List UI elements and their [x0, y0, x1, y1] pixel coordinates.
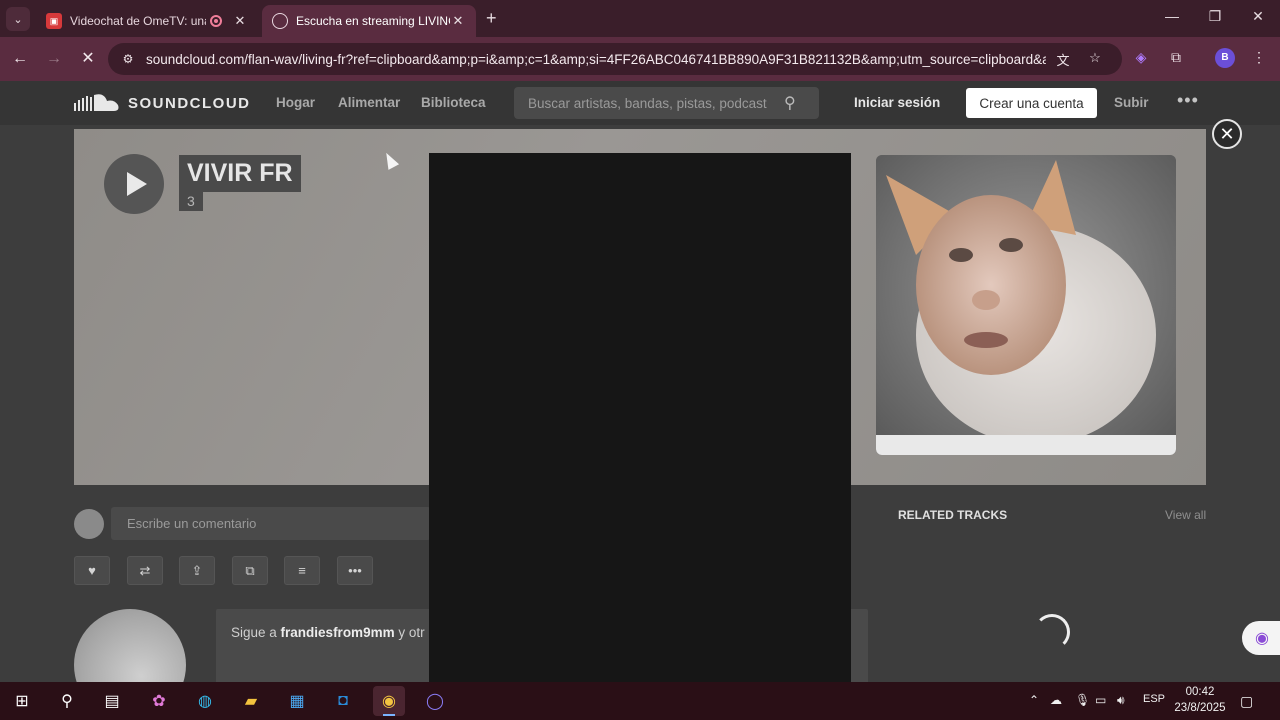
view-all-link[interactable]: View all: [1165, 508, 1206, 522]
browser-menu-icon[interactable]: ⋮: [1249, 49, 1269, 69]
nav-feed[interactable]: Alimentar: [338, 95, 400, 110]
track-artwork: [876, 155, 1176, 455]
cortana-icon[interactable]: ◯: [419, 686, 451, 716]
tab-search-button[interactable]: ⌄: [6, 7, 30, 31]
windows-start-icon[interactable]: ⊞: [6, 686, 38, 716]
like-button[interactable]: ♥: [74, 556, 110, 585]
search-input[interactable]: [528, 95, 778, 111]
track-title: VIVIR FR: [179, 155, 301, 192]
soundcloud-logo[interactable]: SOUNDCLOUD: [74, 93, 251, 113]
search-bar: ⚲: [514, 87, 819, 119]
play-button[interactable]: [104, 154, 164, 214]
tray-overflow-icon[interactable]: ⌃: [1029, 693, 1039, 707]
follow-suffix: y otr: [394, 625, 425, 640]
task-view-icon[interactable]: ▤: [96, 686, 128, 716]
minimize-button[interactable]: —: [1157, 8, 1187, 30]
ometv-favicon-icon: ▣: [46, 13, 62, 29]
site-info-icon[interactable]: ⚙: [114, 47, 142, 71]
nav-home[interactable]: Hogar: [276, 95, 315, 110]
repost-button[interactable]: ⇄: [127, 556, 163, 585]
repost-icon: ⇄: [139, 562, 151, 578]
user-avatar-small: [74, 509, 104, 539]
side-extension-button[interactable]: ◉: [1242, 621, 1280, 655]
logo-text: SOUNDCLOUD: [128, 94, 251, 112]
microsoft-store-icon[interactable]: ▦: [281, 686, 313, 716]
close-window-button[interactable]: ✕: [1243, 8, 1273, 30]
extensions-puzzle-icon[interactable]: ⧉: [1166, 49, 1186, 69]
back-button[interactable]: ←: [8, 47, 32, 71]
comment-input[interactable]: [127, 516, 415, 531]
chrome-icon[interactable]: ◉: [373, 686, 405, 716]
tab-title: Videochat de OmeTV: una a: [70, 14, 206, 28]
soundcloud-page: SOUNDCLOUD Hogar Alimentar Biblioteca ⚲ …: [0, 81, 1280, 682]
related-tracks-title: RELATED TRACKS: [898, 508, 1008, 522]
browser-tab-strip: ⌄ ▣ Videochat de OmeTV: una a ✕ Escucha …: [0, 0, 1280, 37]
search-icon[interactable]: ⚲: [784, 93, 796, 113]
brain-icon: ◉: [1255, 630, 1269, 647]
video-overlay[interactable]: [429, 153, 851, 682]
clock-date: 23/8/2025: [1174, 702, 1226, 714]
bookmark-star-icon[interactable]: ☆: [1086, 50, 1104, 68]
file-explorer-icon[interactable]: ▰: [235, 686, 267, 716]
translate-icon[interactable]: 文: [1054, 50, 1072, 68]
follow-prefix: Sigue a: [231, 625, 281, 640]
windows-taskbar: ⊞ ⚲ ▤ ✿ ◍ ▰ ▦ ◘ ◉ ◯ ⌃ ☁ 🎙︎ ▭ 🔊︎ ESP 00:4…: [0, 682, 1280, 720]
track-username[interactable]: 3: [179, 191, 203, 211]
signin-button[interactable]: Iniciar sesión: [854, 95, 940, 110]
copilot-icon[interactable]: ✿: [143, 686, 175, 716]
address-bar[interactable]: ⚙ soundcloud.com/flan-wav/living-fr?ref=…: [108, 43, 1122, 75]
upload-link[interactable]: Subir: [1114, 95, 1149, 110]
tab-title: Escucha en streaming LIVING FR: [296, 14, 450, 28]
language-indicator[interactable]: ESP: [1143, 693, 1165, 705]
soundcloud-cloud-icon: [74, 94, 119, 111]
share-button[interactable]: ⇪: [179, 556, 215, 585]
more-actions-button[interactable]: •••: [337, 556, 373, 585]
play-icon: [126, 172, 147, 196]
copy-icon: ⧉: [245, 562, 255, 578]
follow-username[interactable]: frandiesfrom9mm: [281, 625, 395, 640]
playlist-add-icon: ≡: [298, 563, 306, 578]
profile-avatar[interactable]: B: [1215, 48, 1235, 68]
clock[interactable]: 00:42 23/8/2025: [1170, 684, 1230, 716]
artist-avatar[interactable]: [74, 609, 186, 682]
create-account-button[interactable]: Crear una cuenta: [966, 88, 1097, 118]
microphone-icon[interactable]: 🎙︎: [1075, 693, 1090, 707]
close-icon: ✕: [1219, 123, 1235, 144]
more-options-icon[interactable]: •••: [1177, 90, 1199, 111]
copy-link-button[interactable]: ⧉: [232, 556, 268, 585]
recording-indicator-icon: [210, 15, 222, 27]
edge-icon[interactable]: ◍: [189, 686, 221, 716]
loading-spinner-icon: [1034, 614, 1070, 650]
comment-box: [111, 507, 431, 540]
close-tab-icon[interactable]: ✕: [450, 13, 466, 29]
stop-loading-button[interactable]: ✕: [76, 47, 100, 71]
new-tab-button[interactable]: +: [486, 8, 497, 29]
forward-button[interactable]: →: [42, 47, 66, 71]
copilot-extension-icon[interactable]: ◈: [1131, 49, 1151, 69]
more-icon: •••: [348, 563, 362, 578]
notification-icon[interactable]: ▢: [1240, 693, 1253, 710]
onedrive-icon[interactable]: ☁: [1050, 693, 1062, 707]
volume-icon[interactable]: 🔊︎: [1117, 693, 1125, 708]
loading-favicon-icon: [272, 13, 288, 29]
heart-icon: ♥: [88, 563, 96, 578]
add-to-playlist-button[interactable]: ≡: [284, 556, 320, 585]
overlay-close-button[interactable]: ✕: [1212, 119, 1242, 149]
nav-library[interactable]: Biblioteca: [421, 95, 486, 110]
share-icon: ⇪: [191, 562, 203, 578]
browser-toolbar: ← → ✕ ⚙ soundcloud.com/flan-wav/living-f…: [0, 37, 1280, 81]
tab-ometv[interactable]: ▣ Videochat de OmeTV: una a ✕: [36, 5, 258, 37]
outlook-icon[interactable]: ◘: [327, 686, 359, 716]
battery-icon[interactable]: ▭: [1095, 693, 1106, 707]
clock-time: 00:42: [1185, 686, 1215, 698]
url-text[interactable]: soundcloud.com/flan-wav/living-fr?ref=cl…: [146, 52, 1046, 67]
search-icon[interactable]: ⚲: [51, 686, 83, 716]
restore-button[interactable]: ❐: [1200, 8, 1230, 30]
cat-face-artwork-image: [876, 155, 1176, 455]
close-tab-icon[interactable]: ✕: [232, 13, 248, 29]
tab-soundcloud[interactable]: Escucha en streaming LIVING FR ✕: [262, 5, 476, 37]
soundcloud-header: SOUNDCLOUD Hogar Alimentar Biblioteca ⚲ …: [0, 81, 1280, 125]
